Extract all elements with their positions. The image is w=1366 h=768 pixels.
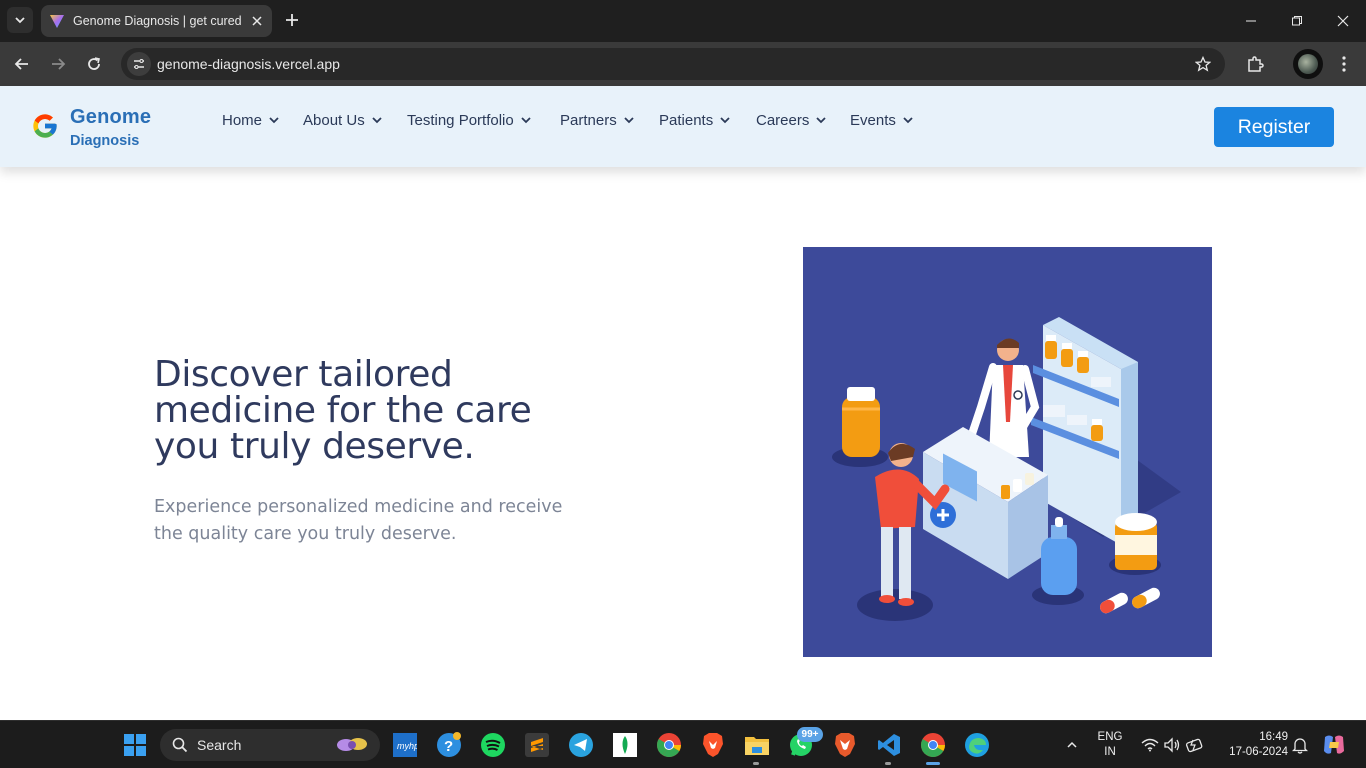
chrome-active-icon[interactable] — [919, 731, 947, 759]
site-navbar: Genome Diagnosis Home About Us Testing P… — [0, 86, 1366, 167]
search-label: Search — [197, 737, 242, 753]
nav-item-label: Events — [850, 111, 896, 129]
clock[interactable]: 16:49 17-06-2024 — [1216, 730, 1288, 760]
bookmark-star-icon[interactable] — [1193, 54, 1213, 74]
restore-icon — [1292, 16, 1302, 26]
hp-app-icon[interactable]: myhp — [391, 731, 419, 759]
get-help-icon[interactable]: ? — [435, 731, 463, 759]
tab-search-button[interactable] — [7, 7, 33, 33]
copilot-icon[interactable] — [1320, 731, 1348, 759]
nav-item-partners[interactable]: Partners — [560, 110, 635, 130]
nav-item-about-us[interactable]: About Us — [303, 110, 383, 130]
running-indicator — [885, 762, 891, 765]
input-language[interactable]: ENG IN — [1094, 730, 1126, 760]
chevron-down-icon — [624, 117, 634, 124]
chevron-down-icon — [521, 117, 531, 124]
windows-taskbar: Search myhp ? 99+ ENG IN 16:49 17-06-202… — [0, 720, 1366, 768]
search-icon — [172, 737, 188, 753]
pharmacy-illustration — [803, 247, 1212, 657]
nav-item-testing-portfolio[interactable]: Testing Portfolio — [407, 110, 532, 130]
whatsapp-badge: 99+ — [797, 727, 823, 742]
chevron-down-icon — [15, 17, 25, 24]
browser-menu-button[interactable] — [1331, 51, 1357, 77]
hero-title: Discover tailored medicine for the care … — [154, 354, 532, 467]
nav-item-home[interactable]: Home — [222, 110, 280, 130]
nav-item-label: Home — [222, 111, 263, 129]
puzzle-icon — [1248, 56, 1264, 72]
plus-icon — [286, 14, 298, 26]
nav-item-label: Careers — [756, 111, 810, 129]
vscode-icon[interactable] — [875, 731, 903, 759]
chevron-down-icon — [269, 117, 279, 124]
nav-item-events[interactable]: Events — [850, 110, 914, 130]
nav-item-careers[interactable]: Careers — [756, 110, 827, 130]
profile-avatar[interactable] — [1293, 49, 1323, 79]
close-icon — [1337, 15, 1349, 27]
nav-item-label: Patients — [659, 111, 714, 129]
chevron-down-icon — [372, 117, 382, 124]
address-bar[interactable]: genome-diagnosis.vercel.app — [121, 48, 1225, 80]
close-window-button[interactable] — [1320, 0, 1366, 42]
more-vertical-icon — [1342, 56, 1346, 72]
svg-text:?: ? — [444, 738, 453, 755]
active-indicator — [926, 762, 940, 765]
new-tab-button[interactable] — [281, 9, 303, 31]
restore-button[interactable] — [1274, 0, 1320, 42]
arrow-right-icon — [52, 58, 66, 70]
arrow-left-icon — [14, 58, 28, 70]
tab-title: Genome Diagnosis | get cured a — [73, 14, 245, 28]
sublime-text-icon[interactable] — [523, 731, 551, 759]
hero-subtitle: Experience personalized medicine and rec… — [154, 497, 563, 544]
edge-icon[interactable] — [963, 731, 991, 759]
extensions-button[interactable] — [1242, 51, 1268, 77]
chevron-down-icon — [816, 117, 826, 124]
minimize-icon — [1246, 20, 1256, 22]
vercel-favicon-icon — [50, 15, 64, 28]
minimize-button[interactable] — [1228, 0, 1274, 42]
windows-logo-icon — [124, 734, 146, 756]
chevron-down-icon — [903, 117, 913, 124]
telegram-icon[interactable] — [567, 731, 595, 759]
tab-active[interactable]: Genome Diagnosis | get cured a — [41, 5, 272, 37]
url-text: genome-diagnosis.vercel.app — [157, 56, 340, 72]
browser-tabstrip: Genome Diagnosis | get cured a — [0, 0, 1366, 42]
reload-button[interactable] — [81, 51, 107, 77]
google-logo-icon[interactable] — [31, 112, 59, 140]
site-info-icon[interactable] — [127, 52, 151, 76]
browser-toolbar: genome-diagnosis.vercel.app — [0, 42, 1366, 86]
spotify-icon[interactable] — [479, 731, 507, 759]
mongodb-compass-icon[interactable] — [611, 731, 639, 759]
clock-date: 17-06-2024 — [1229, 746, 1288, 758]
avatar-image — [1298, 54, 1318, 74]
file-explorer-icon[interactable] — [743, 731, 771, 759]
nav-item-label: Testing Portfolio — [407, 111, 514, 129]
nav-item-label: Partners — [560, 111, 617, 129]
brand-subname[interactable]: Diagnosis — [70, 133, 139, 149]
nav-item-label: About Us — [303, 111, 365, 129]
pharmacy-illustration-art — [832, 317, 1181, 621]
running-indicator — [753, 762, 759, 765]
battery-icon[interactable] — [1181, 731, 1209, 759]
svg-text:myhp: myhp — [397, 741, 417, 751]
brave-icon[interactable] — [699, 731, 727, 759]
chrome-icon[interactable] — [655, 731, 683, 759]
chevron-down-icon — [720, 117, 730, 124]
start-button[interactable] — [121, 731, 149, 759]
register-button[interactable]: Register — [1214, 107, 1334, 147]
lang-line2: IN — [1104, 746, 1116, 758]
clock-time: 16:49 — [1259, 731, 1288, 743]
chevron-up-icon — [1067, 741, 1077, 748]
nav-item-patients[interactable]: Patients — [659, 110, 731, 130]
lang-line1: ENG — [1097, 731, 1123, 743]
brave-beta-icon[interactable] — [831, 731, 859, 759]
notifications-icon[interactable] — [1286, 731, 1314, 759]
brand-name[interactable]: Genome — [70, 106, 151, 129]
search-highlight-icon — [337, 738, 367, 751]
forward-button[interactable] — [45, 51, 71, 77]
taskbar-search[interactable]: Search — [160, 729, 380, 761]
back-button[interactable] — [9, 51, 35, 77]
reload-icon — [88, 57, 100, 70]
show-hidden-icons[interactable] — [1058, 731, 1086, 759]
close-tab-icon[interactable] — [248, 12, 266, 30]
